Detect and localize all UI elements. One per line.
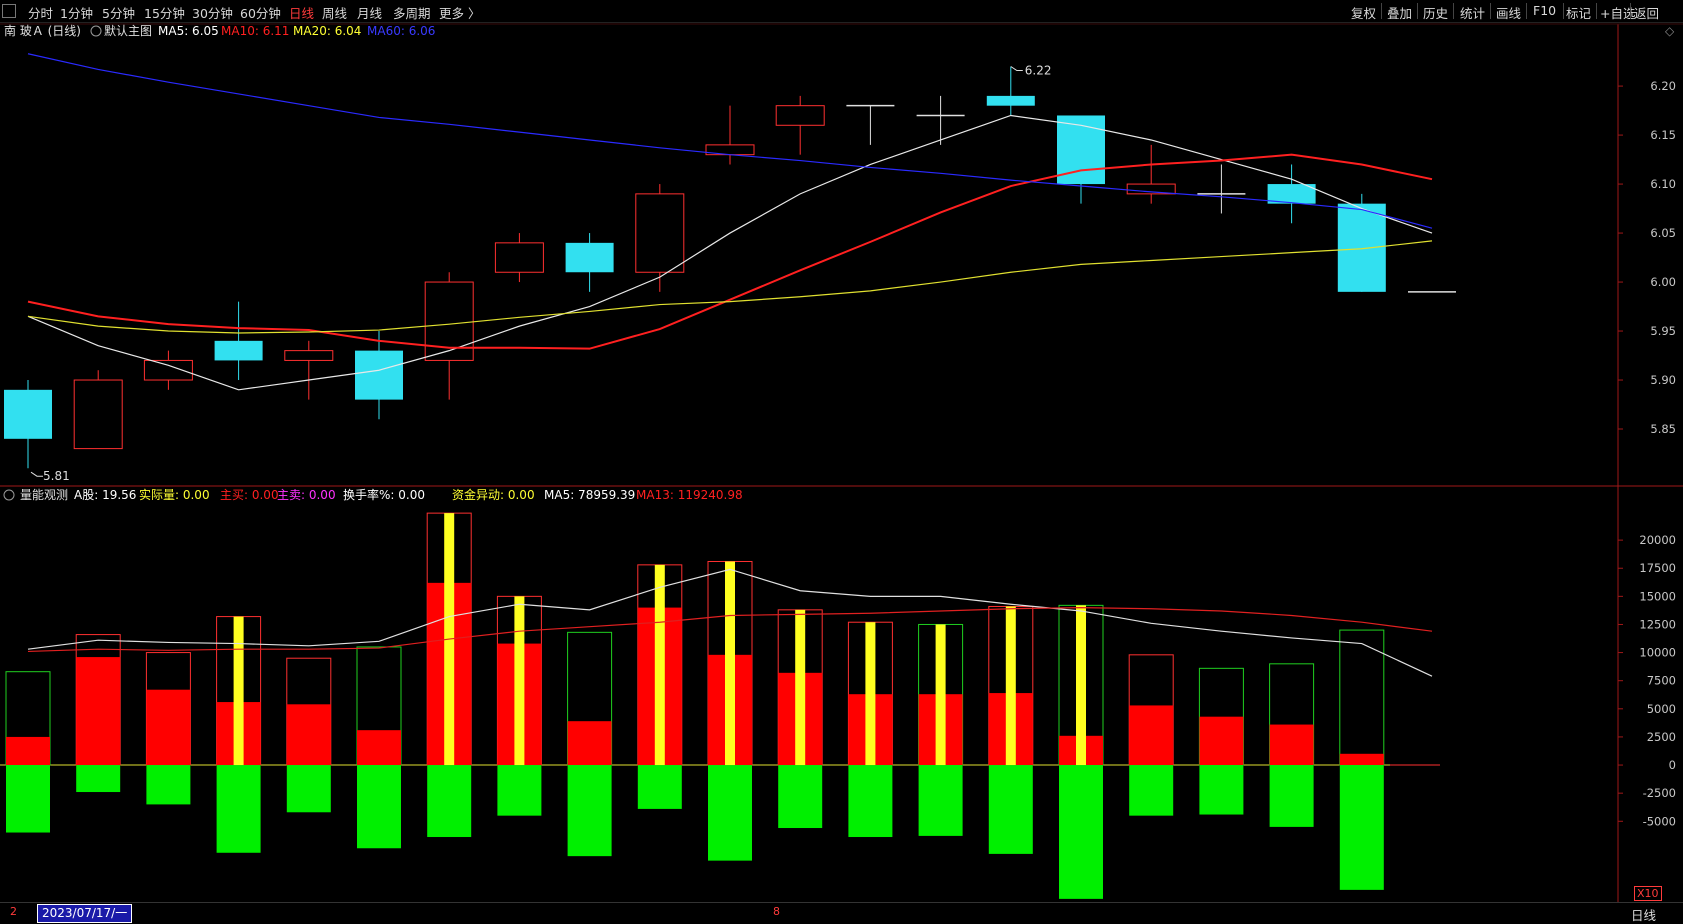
vol-sell-bar-12 xyxy=(848,765,893,838)
main-template-name: 默认主图 xyxy=(104,23,152,38)
price-tick-label-1: 6.15 xyxy=(1650,128,1676,142)
vol-buy-bar-0 xyxy=(6,736,50,766)
candle-body-14 xyxy=(986,95,1035,106)
vol-indicator-3: 主卖: 0.00 xyxy=(277,488,336,502)
vol-yellow-bar-7 xyxy=(514,596,525,766)
vol-buy-bar-16 xyxy=(1129,705,1174,766)
vol-tick-label-1: 17500 xyxy=(1639,561,1676,575)
candle-body-9 xyxy=(635,193,685,273)
vol-yellow-bar-3 xyxy=(233,616,244,766)
vol-sell-bar-2 xyxy=(146,765,191,805)
vol-yellow-bar-11 xyxy=(795,609,806,766)
vol-sell-bar-3 xyxy=(216,765,261,853)
multiplier-label: X10 xyxy=(1634,886,1662,901)
vol-buy-bar-17 xyxy=(1199,716,1244,766)
low-marker-arrow xyxy=(30,471,43,477)
candle-body-0 xyxy=(4,389,52,439)
date-axis-bar xyxy=(0,902,1683,924)
vol-buy-bar-5 xyxy=(357,730,401,766)
settings-icon xyxy=(90,25,102,37)
vol-buy-bar-18 xyxy=(1269,724,1314,766)
vol-buy-bar-4 xyxy=(286,704,331,766)
price-tick-label-2: 6.10 xyxy=(1650,177,1676,191)
vol-buy-bar-1 xyxy=(76,657,121,766)
vol-sell-bar-9 xyxy=(637,765,682,809)
vol-tick-label-7: 2500 xyxy=(1647,730,1676,744)
vol-buy-bar-2 xyxy=(146,689,191,766)
vol-indicator-2: 主买: 0.00 xyxy=(220,488,279,502)
vol-settings-icon xyxy=(3,489,15,501)
vol-sell-bar-19 xyxy=(1339,765,1384,890)
vol-tick-label-5: 7500 xyxy=(1647,674,1676,688)
vol-yellow-bar-10 xyxy=(725,561,735,766)
candle-body-3 xyxy=(214,340,263,361)
candle-body-2 xyxy=(143,359,193,381)
vol-yellow-bar-14 xyxy=(1005,606,1016,766)
vol-tick-label-10: -5000 xyxy=(1643,814,1676,828)
candle-body-19 xyxy=(1337,203,1386,292)
month-label: 8 xyxy=(773,905,780,918)
vol-tick-label-6: 5000 xyxy=(1647,702,1676,716)
vol-sell-bar-13 xyxy=(918,765,963,836)
vol-tick-label-4: 10000 xyxy=(1639,646,1676,660)
diamond-icon: ◇ xyxy=(1665,24,1675,38)
vol-indicator-5: 资金异动: 0.00 xyxy=(452,487,535,502)
vol-yellow-bar-13 xyxy=(935,624,946,766)
vol-tick-label-9: -2500 xyxy=(1643,786,1676,800)
vol-tick-label-3: 12500 xyxy=(1639,617,1676,631)
period-label[interactable]: 日线 xyxy=(1631,905,1656,924)
candle-body-11 xyxy=(775,105,825,126)
vol-sell-bar-18 xyxy=(1269,765,1314,827)
year-start-label: 2 xyxy=(10,905,17,918)
vol-indicator-1: 实际量: 0.00 xyxy=(139,487,210,502)
high-marker-label: 6.22 xyxy=(1025,63,1052,77)
vol-indicator-4: 换手率%: 0.00 xyxy=(343,487,425,502)
high-marker-arrow xyxy=(1010,66,1023,71)
vol-sell-bar-6 xyxy=(427,765,472,838)
vol-sell-bar-17 xyxy=(1199,765,1244,815)
vol-yellow-bar-12 xyxy=(865,622,876,766)
vol-sell-bar-10 xyxy=(708,765,752,861)
vol-sell-bar-16 xyxy=(1129,765,1174,816)
candle-body-7 xyxy=(494,242,544,273)
candle-body-5 xyxy=(355,350,403,400)
vol-yellow-bar-9 xyxy=(654,564,665,766)
vol-panel-title: 量能观测 xyxy=(20,488,68,502)
vol-tick-label-2: 15000 xyxy=(1639,589,1676,603)
stock-chart[interactable]: 6.20 6.15 6.10 6.05 6.00 5.95 5.90 5.85 6.22 5.81… xyxy=(0,0,1683,923)
price-tick-label-4: 6.00 xyxy=(1650,275,1676,289)
vol-sell-bar-15 xyxy=(1059,765,1103,899)
price-tick-label-6: 5.90 xyxy=(1650,373,1676,387)
vol-tick-label-8: 0 xyxy=(1669,758,1676,772)
stock-title: 南 玻Ａ (日线) xyxy=(4,23,81,38)
main-indicator-2: MA20: 6.04 xyxy=(293,24,361,38)
main-indicator-3: MA60: 6.06 xyxy=(367,24,435,38)
vol-sell-bar-11 xyxy=(778,765,823,829)
cursor-date-box: 2023/07/17/一 xyxy=(37,904,133,923)
vol-indicator-7: MA13: 119240.98 xyxy=(636,488,743,502)
vol-sell-bar-8 xyxy=(567,765,612,857)
vol-tick-label-0: 20000 xyxy=(1639,533,1676,547)
candle-body-1 xyxy=(73,379,123,450)
candle-body-4 xyxy=(284,350,334,361)
vol-sell-bar-4 xyxy=(286,765,331,813)
price-tick-label-7: 5.85 xyxy=(1650,422,1676,436)
vol-indicator-6: MA5: 78959.39 xyxy=(544,488,635,502)
low-marker-label: 5.81 xyxy=(43,469,70,483)
main-indicator-0: MA5: 6.05 xyxy=(158,24,219,38)
price-tick-label-5: 5.95 xyxy=(1650,324,1676,338)
vol-sell-bar-1 xyxy=(76,765,121,793)
candle-body-8 xyxy=(565,242,614,273)
vol-sell-bar-14 xyxy=(988,765,1033,854)
vol-buy-bar-8 xyxy=(567,721,612,766)
main-indicator-1: MA10: 6.11 xyxy=(221,24,289,38)
vol-sell-bar-7 xyxy=(497,765,542,816)
vol-sell-bar-5 xyxy=(357,765,401,849)
vol-sell-bar-0 xyxy=(6,765,50,833)
vol-indicator-0: A股: 19.56 xyxy=(74,488,136,502)
vol-yellow-bar-15 xyxy=(1076,605,1086,766)
vol-buy-bar-19 xyxy=(1339,753,1384,766)
price-tick-label-0: 6.20 xyxy=(1650,79,1676,93)
price-tick-label-3: 6.05 xyxy=(1650,226,1676,240)
